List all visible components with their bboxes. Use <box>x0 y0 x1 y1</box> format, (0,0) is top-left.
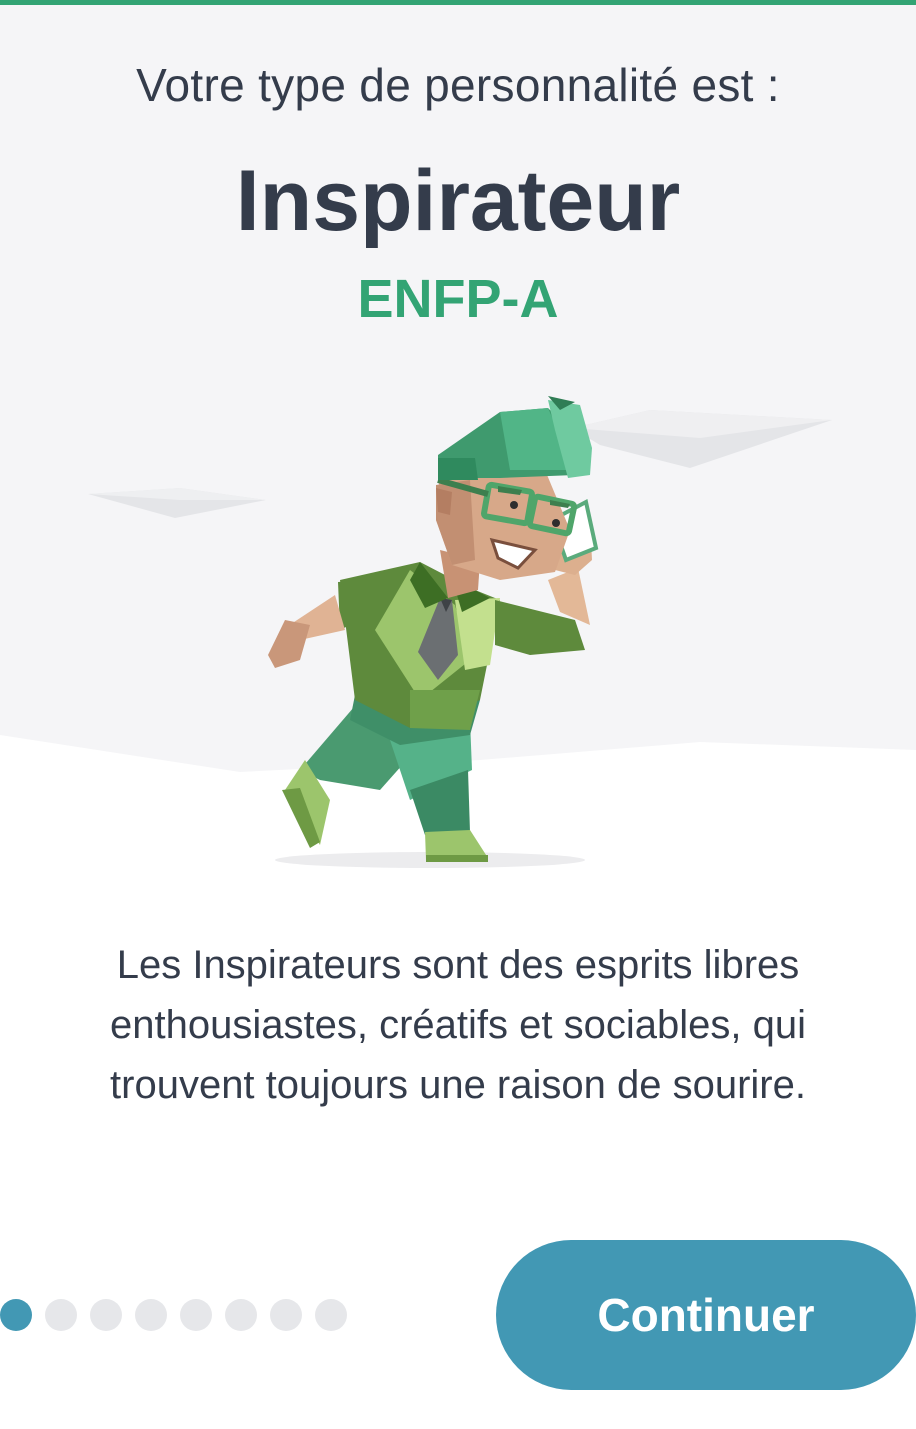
pagination-dot-4 <box>135 1299 167 1331</box>
top-accent-bar <box>0 0 916 5</box>
type-description: Les Inspirateurs sont des esprits libres… <box>110 943 806 1107</box>
pagination-dot-1 <box>0 1299 32 1331</box>
result-intro-text: Votre type de personnalité est : <box>136 59 780 111</box>
personality-type-name: Inspirateur <box>235 153 681 249</box>
pagination-dot-7 <box>270 1299 302 1331</box>
pagination-dot-2 <box>45 1299 77 1331</box>
pagination-dot-8 <box>315 1299 347 1331</box>
continue-button[interactable]: Continuer <box>496 1240 916 1390</box>
personality-type-code: ENFP-A <box>357 269 559 329</box>
pagination-dot-5 <box>180 1299 212 1331</box>
pagination-dot-6 <box>225 1299 257 1331</box>
hero-illustration-area <box>0 0 916 880</box>
pagination-dot-3 <box>90 1299 122 1331</box>
pagination-dots <box>0 1299 347 1331</box>
hero-background <box>0 0 916 868</box>
